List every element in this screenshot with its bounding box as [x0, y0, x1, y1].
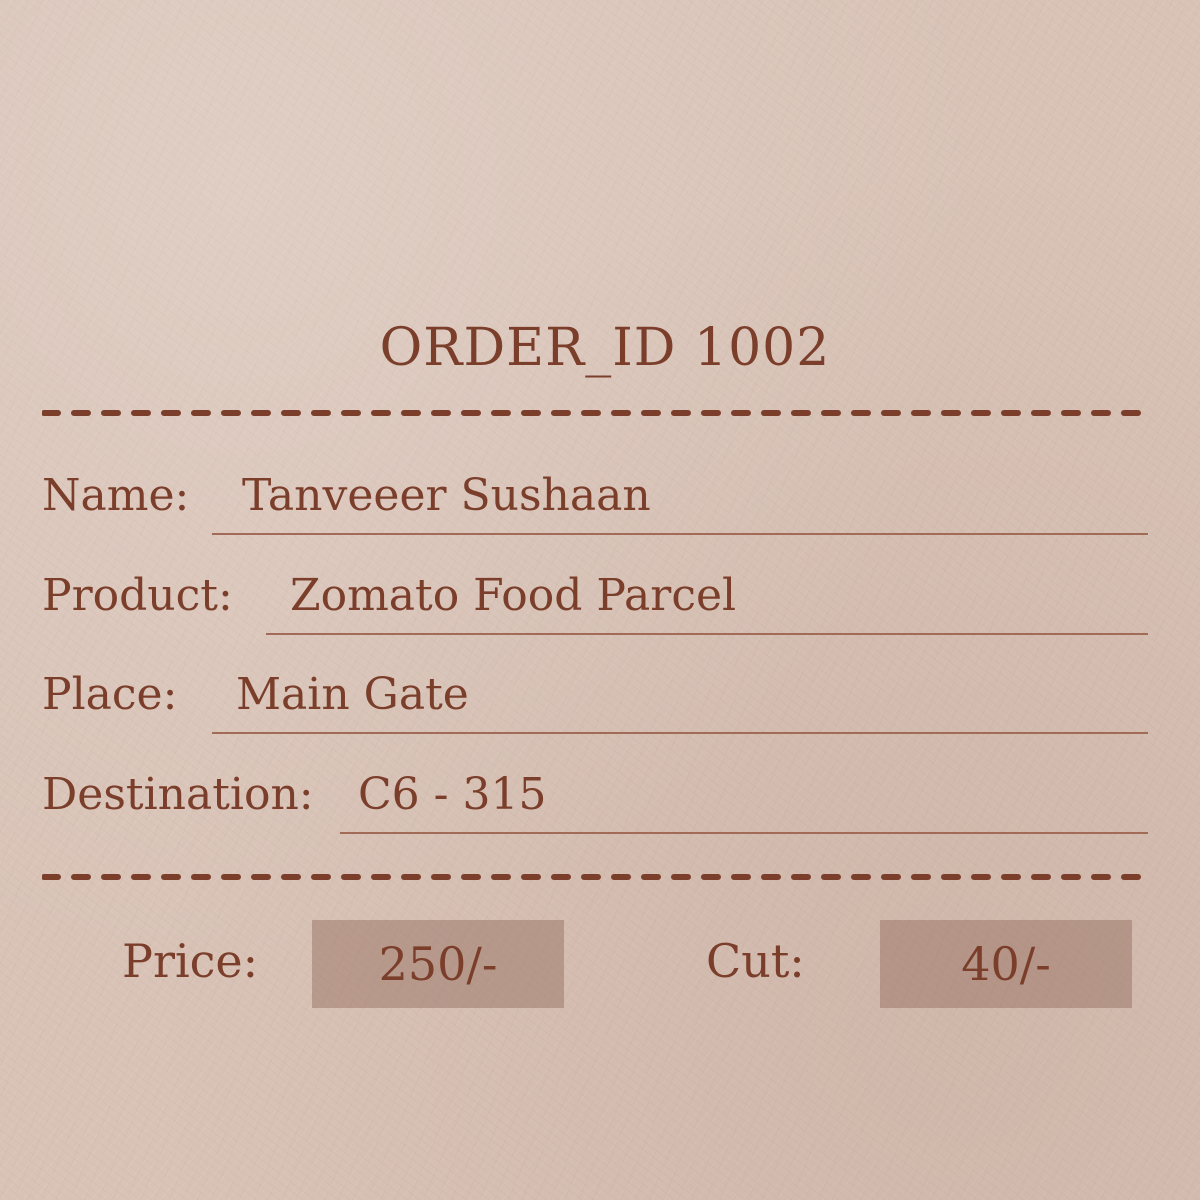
cut-value-box: 40/-: [880, 920, 1132, 1008]
price-label: Price:: [122, 934, 259, 988]
order-receipt-card: ORDER_ID 1002 Name: Tanveeer Sushaan Pro…: [0, 0, 1200, 1200]
name-label: Name:: [42, 470, 190, 521]
name-underline: [212, 533, 1148, 535]
product-underline: [266, 633, 1148, 635]
price-value-box: 250/-: [312, 920, 564, 1008]
top-dashed-separator: [42, 408, 1150, 418]
name-value: Tanveeer Sushaan: [242, 470, 651, 521]
field-row-product: Product: Zomato Food Parcel: [42, 565, 1148, 635]
place-label: Place:: [42, 669, 178, 720]
destination-value: C6 - 315: [358, 769, 547, 820]
place-value: Main Gate: [236, 669, 469, 720]
place-underline: [212, 732, 1148, 734]
bottom-dashed-separator: [42, 872, 1150, 882]
cut-label: Cut:: [706, 934, 805, 988]
destination-underline: [340, 832, 1148, 834]
field-row-name: Name: Tanveeer Sushaan: [42, 465, 1148, 535]
field-row-place: Place: Main Gate: [42, 664, 1148, 734]
order-id-title: ORDER_ID 1002: [379, 318, 831, 378]
product-value: Zomato Food Parcel: [290, 570, 737, 621]
field-row-destination: Destination: C6 - 315: [42, 764, 1148, 834]
destination-label: Destination:: [42, 769, 314, 820]
pricing-section: Price: 250/- Cut: 40/-: [0, 920, 1200, 1010]
product-label: Product:: [42, 570, 233, 621]
